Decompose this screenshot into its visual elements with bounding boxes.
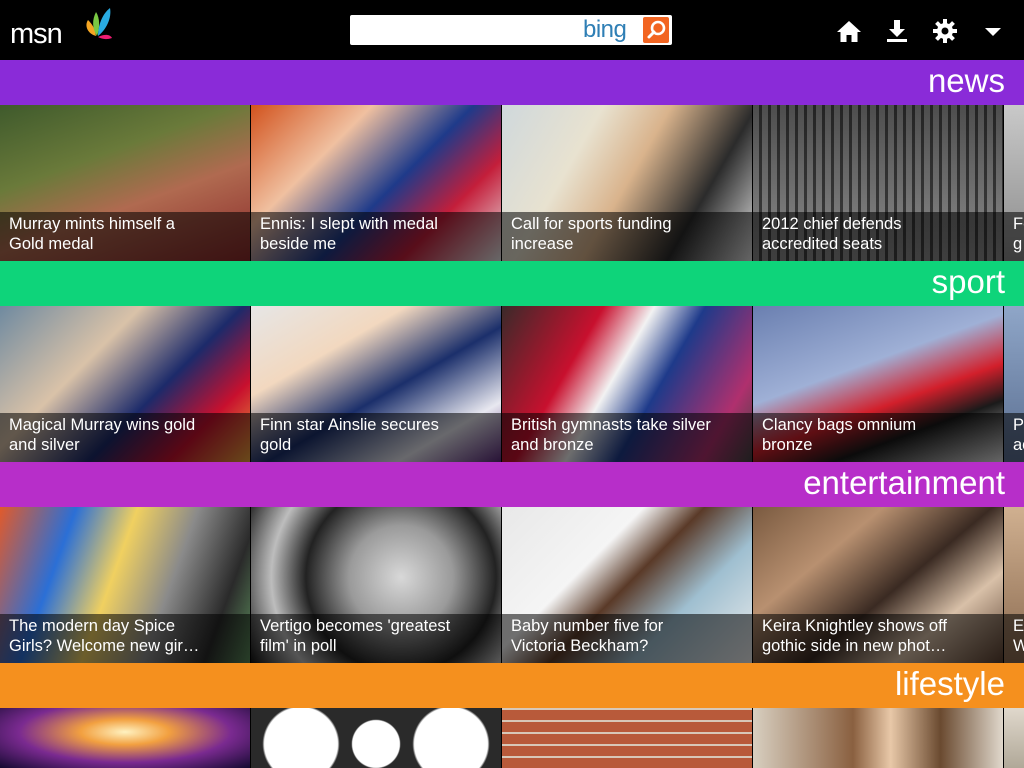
lifestyle-tile[interactable]	[1004, 708, 1024, 768]
news-row: Murray mints himself a Gold medal Ennis:…	[0, 105, 1024, 261]
lifestyle-tile[interactable]	[0, 708, 250, 768]
lifestyle-tile[interactable]	[502, 708, 752, 768]
section-title-sport: sport	[931, 263, 1005, 300]
bing-search-box[interactable]: bing	[350, 15, 672, 45]
tile-caption: Ennis: I slept with medal beside me	[260, 215, 438, 253]
tile-caption: 2012 chief defends accredited seats	[762, 215, 902, 253]
news-tile[interactable]: 2012 chief defends accredited seats	[753, 105, 1003, 261]
lifestyle-tile[interactable]	[251, 708, 501, 768]
entertainment-tile[interactable]: E W	[1004, 507, 1024, 663]
lifestyle-photo	[0, 708, 250, 768]
tile-caption: The modern day Spice Girls? Welcome new …	[9, 617, 200, 655]
msn-logo[interactable]: msn	[10, 6, 112, 50]
sport-tile[interactable]: Clancy bags omnium bronze	[753, 306, 1003, 462]
msn-butterfly-icon	[86, 8, 112, 40]
tile-caption: Fe g	[1013, 215, 1024, 253]
tile-caption: P ac	[1013, 416, 1024, 454]
section-title-news: news	[927, 62, 1005, 99]
news-tile[interactable]: Murray mints himself a Gold medal	[0, 105, 250, 261]
entertainment-tile[interactable]: Baby number five for Victoria Beckham?	[502, 507, 752, 663]
sport-tile[interactable]: Finn star Ainslie secures gold	[251, 306, 501, 462]
tile-caption: Keira Knightley shows off gothic side in…	[762, 617, 947, 655]
tile-caption: E W	[1013, 617, 1024, 655]
search-input[interactable]	[354, 18, 578, 44]
home-icon	[837, 21, 861, 42]
lifestyle-section-header[interactable]: lifestyle	[0, 663, 1024, 708]
entertainment-section-header[interactable]: entertainment	[0, 462, 1024, 507]
news-section-header[interactable]: news	[0, 60, 1024, 105]
menu-chevron-down-icon	[985, 28, 1001, 36]
menu-dropdown-button[interactable]	[978, 16, 1008, 46]
entertainment-tile[interactable]: Vertigo becomes 'greatest film' in poll	[251, 507, 501, 663]
bing-logo: bing	[583, 16, 627, 43]
tile-caption: Call for sports funding increase	[511, 215, 672, 253]
lifestyle-photo	[502, 708, 752, 768]
tile-caption: Magical Murray wins gold and silver	[9, 416, 196, 454]
home-button[interactable]	[834, 16, 864, 46]
lifestyle-photo	[1004, 708, 1024, 768]
entertainment-tile[interactable]: Keira Knightley shows off gothic side in…	[753, 507, 1003, 663]
lifestyle-row	[0, 708, 1024, 768]
search-button[interactable]	[643, 17, 669, 43]
sport-section-header[interactable]: sport	[0, 261, 1024, 306]
entertainment-row: The modern day Spice Girls? Welcome new …	[0, 507, 1024, 663]
download-button[interactable]	[882, 16, 912, 46]
sport-tile[interactable]: Magical Murray wins gold and silver	[0, 306, 250, 462]
tile-caption: British gymnasts take silver and bronze	[511, 416, 711, 454]
settings-gear-icon	[933, 19, 957, 43]
news-tile[interactable]: Call for sports funding increase	[502, 105, 752, 261]
news-tile[interactable]: Fe g	[1004, 105, 1024, 261]
tile-caption: Vertigo becomes 'greatest film' in poll	[260, 617, 451, 655]
lifestyle-tile[interactable]	[753, 708, 1003, 768]
tile-caption: Baby number five for Victoria Beckham?	[511, 617, 664, 655]
lifestyle-photo	[251, 708, 501, 768]
search-icon	[647, 20, 666, 39]
sport-row: Magical Murray wins gold and silver Finn…	[0, 306, 1024, 462]
top-bar: msn bing	[0, 0, 1024, 60]
msn-logo-text: msn	[10, 18, 63, 50]
section-title-entertainment: entertainment	[803, 464, 1005, 501]
tile-caption: Finn star Ainslie secures gold	[260, 416, 439, 454]
tile-caption: Clancy bags omnium bronze	[762, 416, 917, 454]
tile-caption: Murray mints himself a Gold medal	[9, 215, 175, 253]
section-title-lifestyle: lifestyle	[894, 665, 1005, 702]
lifestyle-photo	[753, 708, 1003, 768]
news-tile[interactable]: Ennis: I slept with medal beside me	[251, 105, 501, 261]
entertainment-tile[interactable]: The modern day Spice Girls? Welcome new …	[0, 507, 250, 663]
sport-tile[interactable]: British gymnasts take silver and bronze	[502, 306, 752, 462]
sport-tile[interactable]: P ac	[1004, 306, 1024, 462]
settings-button[interactable]	[930, 16, 960, 46]
download-icon	[887, 20, 907, 42]
